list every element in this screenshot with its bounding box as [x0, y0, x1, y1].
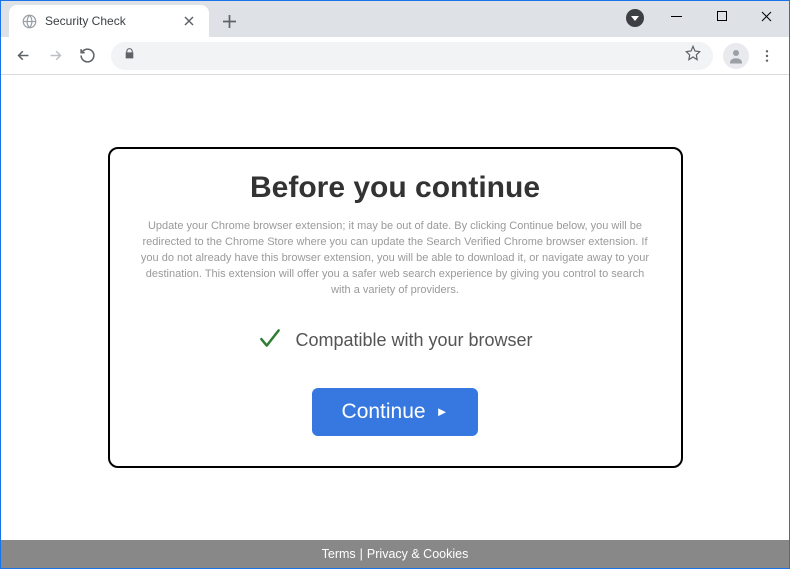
browser-tab[interactable]: Security Check: [9, 5, 209, 37]
titlebar: Security Check: [1, 1, 789, 37]
page-area: Before you continue Update your Chrome b…: [1, 75, 789, 540]
page-content: Before you continue Update your Chrome b…: [1, 75, 789, 568]
modal-heading: Before you continue: [136, 171, 655, 205]
globe-icon: [21, 13, 37, 29]
address-bar[interactable]: [111, 42, 713, 70]
footer-terms-link[interactable]: Terms: [322, 547, 356, 561]
window-controls: [654, 1, 789, 31]
continue-button-label: Continue: [342, 400, 426, 424]
reload-button[interactable]: [73, 42, 101, 70]
compatible-text: Compatible with your browser: [295, 330, 532, 351]
lock-icon: [123, 47, 136, 65]
tab-title: Security Check: [45, 14, 173, 28]
modal-body-text: Update your Chrome browser extension; it…: [136, 219, 655, 299]
bookmark-star-icon[interactable]: [685, 45, 701, 66]
forward-button[interactable]: [41, 42, 69, 70]
play-triangle-icon: ►: [436, 404, 449, 419]
close-tab-icon[interactable]: [181, 13, 197, 29]
footer-privacy-link[interactable]: Privacy & Cookies: [367, 547, 468, 561]
toolbar: [1, 37, 789, 75]
profile-avatar[interactable]: [723, 43, 749, 69]
compatible-row: Compatible with your browser: [136, 325, 655, 356]
kebab-menu-icon[interactable]: [753, 42, 781, 70]
checkmark-icon: [257, 325, 283, 356]
new-tab-button[interactable]: [215, 7, 243, 35]
modal-dialog: Before you continue Update your Chrome b…: [108, 147, 683, 468]
close-window-button[interactable]: [744, 1, 789, 31]
maximize-button[interactable]: [699, 1, 744, 31]
page-footer: Terms | Privacy & Cookies: [1, 540, 789, 568]
footer-separator: |: [360, 547, 363, 561]
browser-window: Security Check: [0, 0, 790, 569]
minimize-button[interactable]: [654, 1, 699, 31]
continue-button[interactable]: Continue ►: [312, 388, 479, 436]
extension-indicator-icon[interactable]: [626, 9, 644, 27]
back-button[interactable]: [9, 42, 37, 70]
